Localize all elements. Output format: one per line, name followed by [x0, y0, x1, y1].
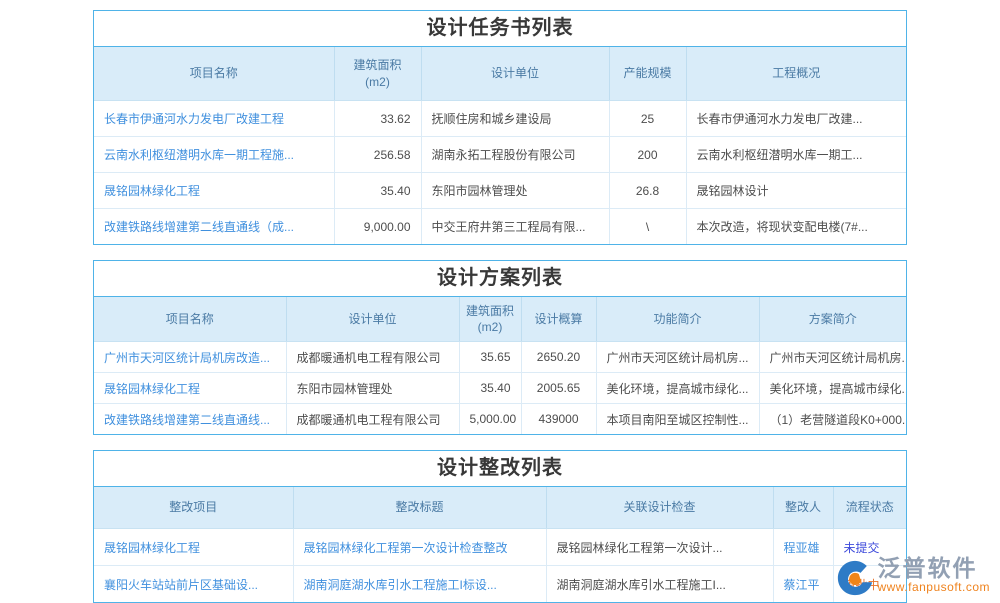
- design-task-list-panel: 设计任务书列表 项目名称建筑面积 (m2)设计单位产能规模工程概况 长春市伊通河…: [93, 10, 907, 245]
- cell-link[interactable]: 改建铁路线增建第二线直通线（成...: [94, 209, 334, 245]
- cell-text: 5,000.00: [459, 404, 521, 435]
- design-rectification-list-panel: 设计整改列表 整改项目整改标题关联设计检查整改人流程状态 晟铭园林绿化工程晟铭园…: [93, 450, 907, 603]
- design-plan-list-panel: 设计方案列表 项目名称设计单位建筑面积 (m2)设计概算功能简介方案简介 广州市…: [93, 260, 907, 435]
- cell-link[interactable]: 湖南洞庭湖水库引水工程施工I标设...: [293, 566, 546, 603]
- header-row: 整改项目整改标题关联设计检查整改人流程状态: [94, 487, 906, 529]
- cell-text: 晟铭园林绿化工程第一次设计...: [546, 529, 773, 566]
- cell-link[interactable]: 晟铭园林绿化工程: [94, 373, 286, 404]
- table-row: 云南水利枢纽潜明水库一期工程施...256.58湖南永拓工程股份有限公司200云…: [94, 137, 906, 173]
- cell-text: 2650.20: [521, 342, 596, 373]
- design-task-table: 项目名称建筑面积 (m2)设计单位产能规模工程概况 长春市伊通河水力发电厂改建工…: [94, 47, 906, 244]
- status-cell: 审批中: [833, 566, 906, 603]
- column-header: 项目名称: [94, 297, 286, 342]
- design-plan-table: 项目名称设计单位建筑面积 (m2)设计概算功能简介方案简介 广州市天河区统计局机…: [94, 297, 906, 434]
- table-row: 襄阳火车站站前片区基础设...湖南洞庭湖水库引水工程施工I标设...湖南洞庭湖水…: [94, 566, 906, 603]
- cell-link[interactable]: 襄阳火车站站前片区基础设...: [94, 566, 293, 603]
- column-header: 整改标题: [293, 487, 546, 529]
- cell-text: 26.8: [609, 173, 686, 209]
- column-header: 关联设计检查: [546, 487, 773, 529]
- design-rectification-table: 整改项目整改标题关联设计检查整改人流程状态 晟铭园林绿化工程晟铭园林绿化工程第一…: [94, 487, 906, 602]
- status-cell: 未提交: [833, 529, 906, 566]
- column-header: 设计单位: [286, 297, 459, 342]
- header-row: 项目名称设计单位建筑面积 (m2)设计概算功能简介方案简介: [94, 297, 906, 342]
- column-header: 功能简介: [596, 297, 759, 342]
- table-row: 改建铁路线增建第二线直通线...成都暖通机电工程有限公司5,000.004390…: [94, 404, 906, 435]
- cell-text: 云南水利枢纽潜明水库一期工...: [686, 137, 906, 173]
- cell-text: 25: [609, 101, 686, 137]
- cell-text: 2005.65: [521, 373, 596, 404]
- table-row: 晟铭园林绿化工程35.40东阳市园林管理处26.8晟铭园林设计: [94, 173, 906, 209]
- cell-text: 成都暖通机电工程有限公司: [286, 342, 459, 373]
- cell-text: 35.65: [459, 342, 521, 373]
- cell-link[interactable]: 晟铭园林绿化工程第一次设计检查整改: [293, 529, 546, 566]
- cell-text: 广州市天河区统计局机房...: [759, 342, 906, 373]
- cell-text: （1）老营隧道段K0+000...: [759, 404, 906, 435]
- cell-text: \: [609, 209, 686, 245]
- table-row: 改建铁路线增建第二线直通线（成...9,000.00中交王府井第三工程局有限..…: [94, 209, 906, 245]
- cell-text: 9,000.00: [334, 209, 421, 245]
- cell-link[interactable]: 云南水利枢纽潜明水库一期工程施...: [94, 137, 334, 173]
- table-row: 长春市伊通河水力发电厂改建工程33.62抚顺住房和城乡建设局25长春市伊通河水力…: [94, 101, 906, 137]
- cell-link[interactable]: 广州市天河区统计局机房改造...: [94, 342, 286, 373]
- cell-text: 成都暖通机电工程有限公司: [286, 404, 459, 435]
- table-row: 晟铭园林绿化工程东阳市园林管理处35.402005.65美化环境，提高城市绿化.…: [94, 373, 906, 404]
- column-header: 方案简介: [759, 297, 906, 342]
- column-header: 设计单位: [421, 47, 609, 101]
- cell-text: 湖南洞庭湖水库引水工程施工I...: [546, 566, 773, 603]
- cell-text: 抚顺住房和城乡建设局: [421, 101, 609, 137]
- column-header: 设计概算: [521, 297, 596, 342]
- cell-link[interactable]: 长春市伊通河水力发电厂改建工程: [94, 101, 334, 137]
- column-header: 建筑面积 (m2): [334, 47, 421, 101]
- cell-link[interactable]: 晟铭园林绿化工程: [94, 529, 293, 566]
- cell-text: 35.40: [334, 173, 421, 209]
- page-content: 设计任务书列表 项目名称建筑面积 (m2)设计单位产能规模工程概况 长春市伊通河…: [0, 0, 1000, 603]
- column-header: 整改项目: [94, 487, 293, 529]
- table-row: 晟铭园林绿化工程晟铭园林绿化工程第一次设计检查整改晟铭园林绿化工程第一次设计..…: [94, 529, 906, 566]
- cell-text: 439000: [521, 404, 596, 435]
- cell-text: 长春市伊通河水力发电厂改建...: [686, 101, 906, 137]
- cell-text: 中交王府井第三工程局有限...: [421, 209, 609, 245]
- cell-link[interactable]: 程亚雄: [773, 529, 833, 566]
- cell-link[interactable]: 蔡江平: [773, 566, 833, 603]
- cell-text: 广州市天河区统计局机房...: [596, 342, 759, 373]
- cell-text: 33.62: [334, 101, 421, 137]
- cell-text: 东阳市园林管理处: [421, 173, 609, 209]
- column-header: 产能规模: [609, 47, 686, 101]
- column-header: 流程状态: [833, 487, 906, 529]
- design-rectification-list-title: 设计整改列表: [94, 451, 906, 487]
- cell-text: 晟铭园林设计: [686, 173, 906, 209]
- cell-text: 256.58: [334, 137, 421, 173]
- column-header: 建筑面积 (m2): [459, 297, 521, 342]
- cell-text: 美化环境，提高城市绿化...: [596, 373, 759, 404]
- table-row: 广州市天河区统计局机房改造...成都暖通机电工程有限公司35.652650.20…: [94, 342, 906, 373]
- cell-text: 湖南永拓工程股份有限公司: [421, 137, 609, 173]
- cell-link[interactable]: 改建铁路线增建第二线直通线...: [94, 404, 286, 435]
- design-task-list-title: 设计任务书列表: [94, 11, 906, 47]
- column-header: 整改人: [773, 487, 833, 529]
- header-row: 项目名称建筑面积 (m2)设计单位产能规模工程概况: [94, 47, 906, 101]
- cell-text: 美化环境，提高城市绿化...: [759, 373, 906, 404]
- design-plan-list-title: 设计方案列表: [94, 261, 906, 297]
- cell-text: 本次改造，将现状变配电楼(7#...: [686, 209, 906, 245]
- column-header: 工程概况: [686, 47, 906, 101]
- cell-text: 35.40: [459, 373, 521, 404]
- cell-text: 本项目南阳至城区控制性...: [596, 404, 759, 435]
- cell-link[interactable]: 晟铭园林绿化工程: [94, 173, 334, 209]
- cell-text: 200: [609, 137, 686, 173]
- cell-text: 东阳市园林管理处: [286, 373, 459, 404]
- column-header: 项目名称: [94, 47, 334, 101]
